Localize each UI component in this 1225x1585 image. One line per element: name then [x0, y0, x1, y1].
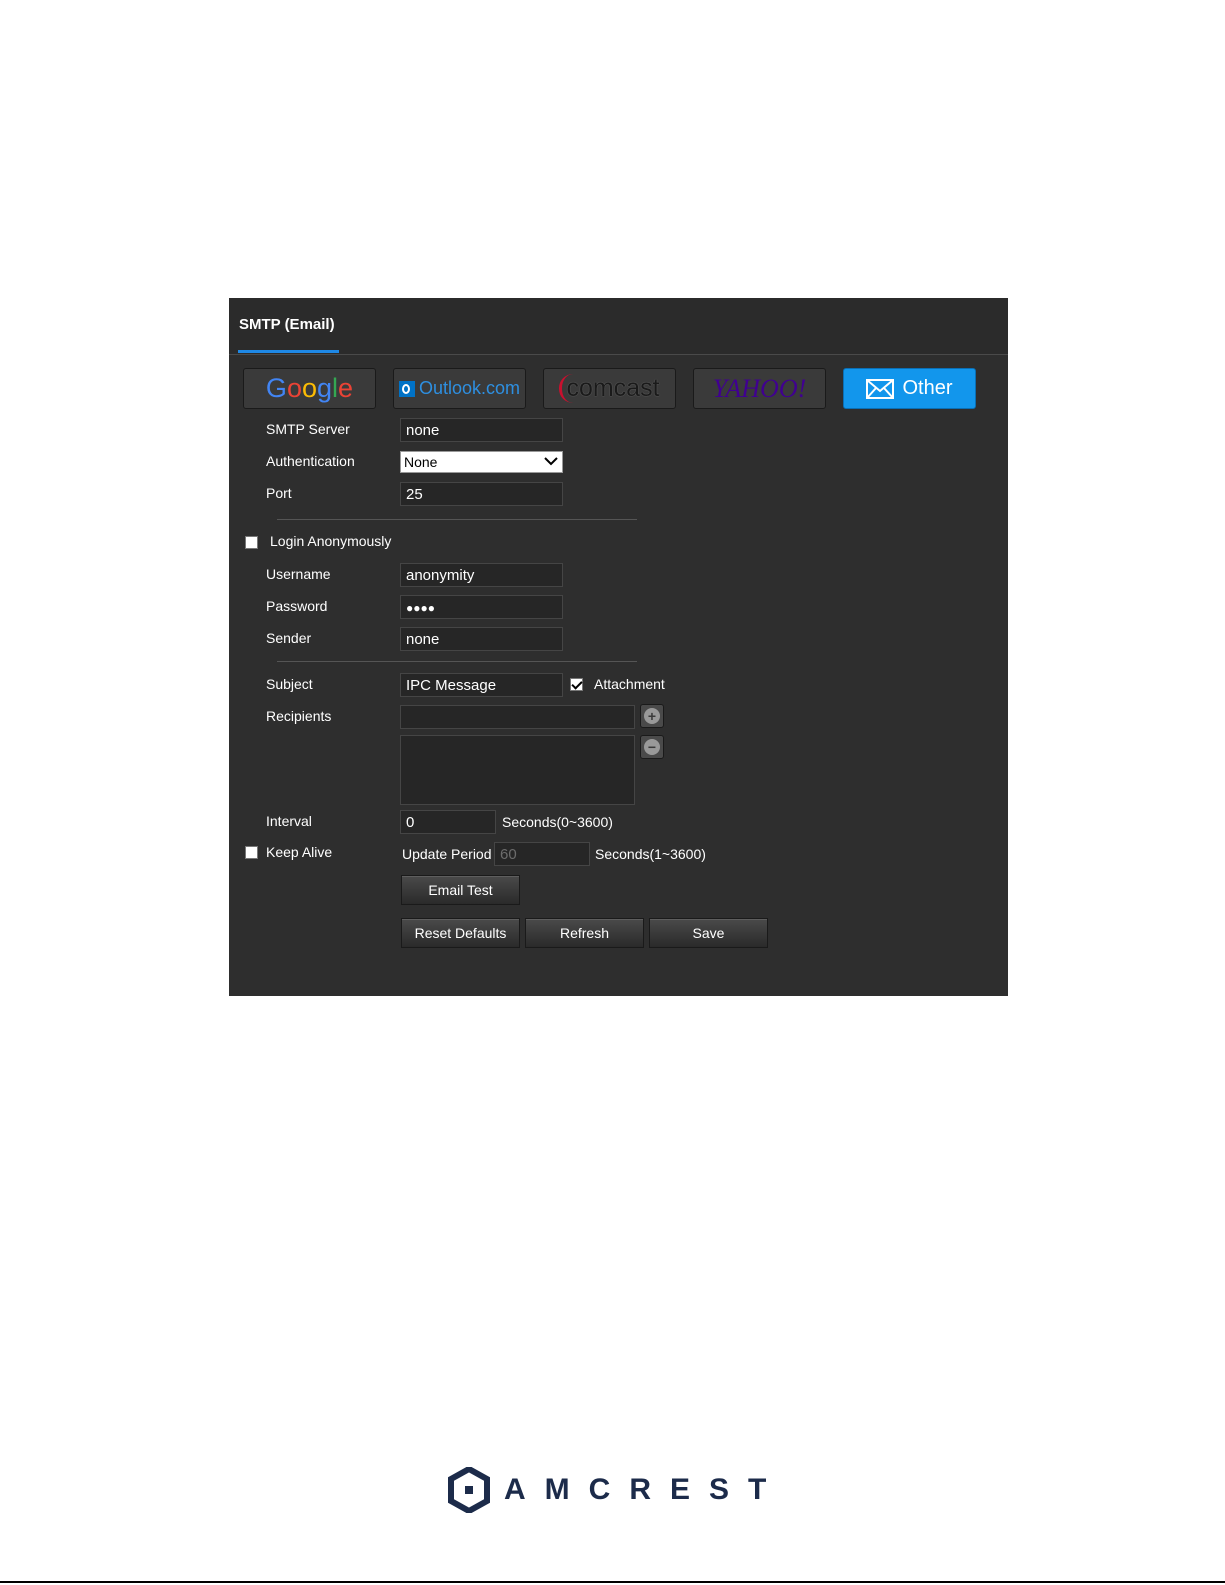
amcrest-logo: AMCREST: [448, 1467, 785, 1513]
update-period-label: Update Period: [402, 846, 492, 862]
interval-label: Interval: [266, 813, 312, 829]
authentication-label: Authentication: [266, 453, 355, 469]
provider-yahoo-button[interactable]: YAHOO!: [693, 368, 826, 409]
page-bottom-rule: [0, 1581, 1225, 1583]
authentication-selected: None: [404, 454, 438, 470]
comcast-logo: comcast: [559, 374, 660, 403]
refresh-button[interactable]: Refresh: [525, 918, 644, 948]
keep-alive-label: Keep Alive: [266, 844, 333, 860]
smtp-server-label: SMTP Server: [266, 421, 350, 437]
amcrest-wordmark: AMCREST: [504, 1473, 786, 1506]
login-anonymously-label: Login Anonymously: [270, 533, 392, 549]
recipients-list[interactable]: [400, 735, 635, 805]
recipients-label: Recipients: [266, 708, 332, 724]
minus-icon: −: [644, 739, 660, 755]
divider: [277, 519, 637, 520]
update-period-input[interactable]: 60: [494, 842, 590, 866]
email-test-button[interactable]: Email Test: [401, 875, 520, 905]
active-tab-indicator: [238, 350, 339, 353]
tab-smtp-email[interactable]: SMTP (Email): [239, 316, 335, 333]
other-label: Other: [902, 377, 953, 399]
chevron-down-icon: [544, 457, 558, 466]
provider-other-button[interactable]: Other: [843, 368, 976, 409]
divider: [277, 661, 637, 662]
provider-comcast-button[interactable]: comcast: [543, 368, 676, 409]
provider-google-button[interactable]: Google: [243, 368, 376, 409]
sender-input[interactable]: none: [400, 627, 563, 651]
yahoo-logo: YAHOO!: [712, 373, 807, 403]
port-input[interactable]: 25: [400, 482, 563, 506]
attachment-label: Attachment: [594, 676, 665, 692]
update-period-unit: Seconds(1~3600): [595, 846, 706, 862]
amcrest-hexagon-icon: [448, 1467, 490, 1513]
outlook-icon: [398, 380, 415, 397]
smtp-settings-panel: SMTP (Email) Google Outlook.com comcast …: [229, 298, 1008, 996]
reset-defaults-button[interactable]: Reset Defaults: [401, 918, 520, 948]
username-label: Username: [266, 566, 331, 582]
password-label: Password: [266, 598, 328, 614]
mail-icon: [866, 378, 895, 399]
password-input[interactable]: ●●●●: [400, 595, 563, 619]
remove-recipient-button[interactable]: −: [640, 735, 664, 759]
tab-bar: SMTP (Email): [229, 298, 1008, 355]
sender-label: Sender: [266, 630, 312, 646]
interval-input[interactable]: 0: [400, 810, 496, 834]
subject-input[interactable]: IPC Message: [400, 673, 563, 697]
subject-label: Subject: [266, 676, 313, 692]
recipient-input[interactable]: [400, 705, 635, 729]
login-anonymously-checkbox[interactable]: [245, 536, 258, 549]
save-button[interactable]: Save: [649, 918, 768, 948]
attachment-checkbox[interactable]: [570, 678, 583, 691]
add-recipient-button[interactable]: +: [640, 704, 664, 728]
interval-unit: Seconds(0~3600): [502, 814, 613, 830]
smtp-server-input[interactable]: none: [400, 418, 563, 442]
outlook-label: Outlook.com: [418, 378, 521, 398]
plus-icon: +: [644, 708, 660, 724]
provider-outlook-button[interactable]: Outlook.com: [393, 368, 526, 409]
username-input[interactable]: anonymity: [400, 563, 563, 587]
google-logo: Google: [265, 373, 354, 403]
keep-alive-checkbox[interactable]: [245, 846, 258, 859]
authentication-select[interactable]: None: [400, 451, 563, 473]
port-label: Port: [266, 485, 292, 501]
